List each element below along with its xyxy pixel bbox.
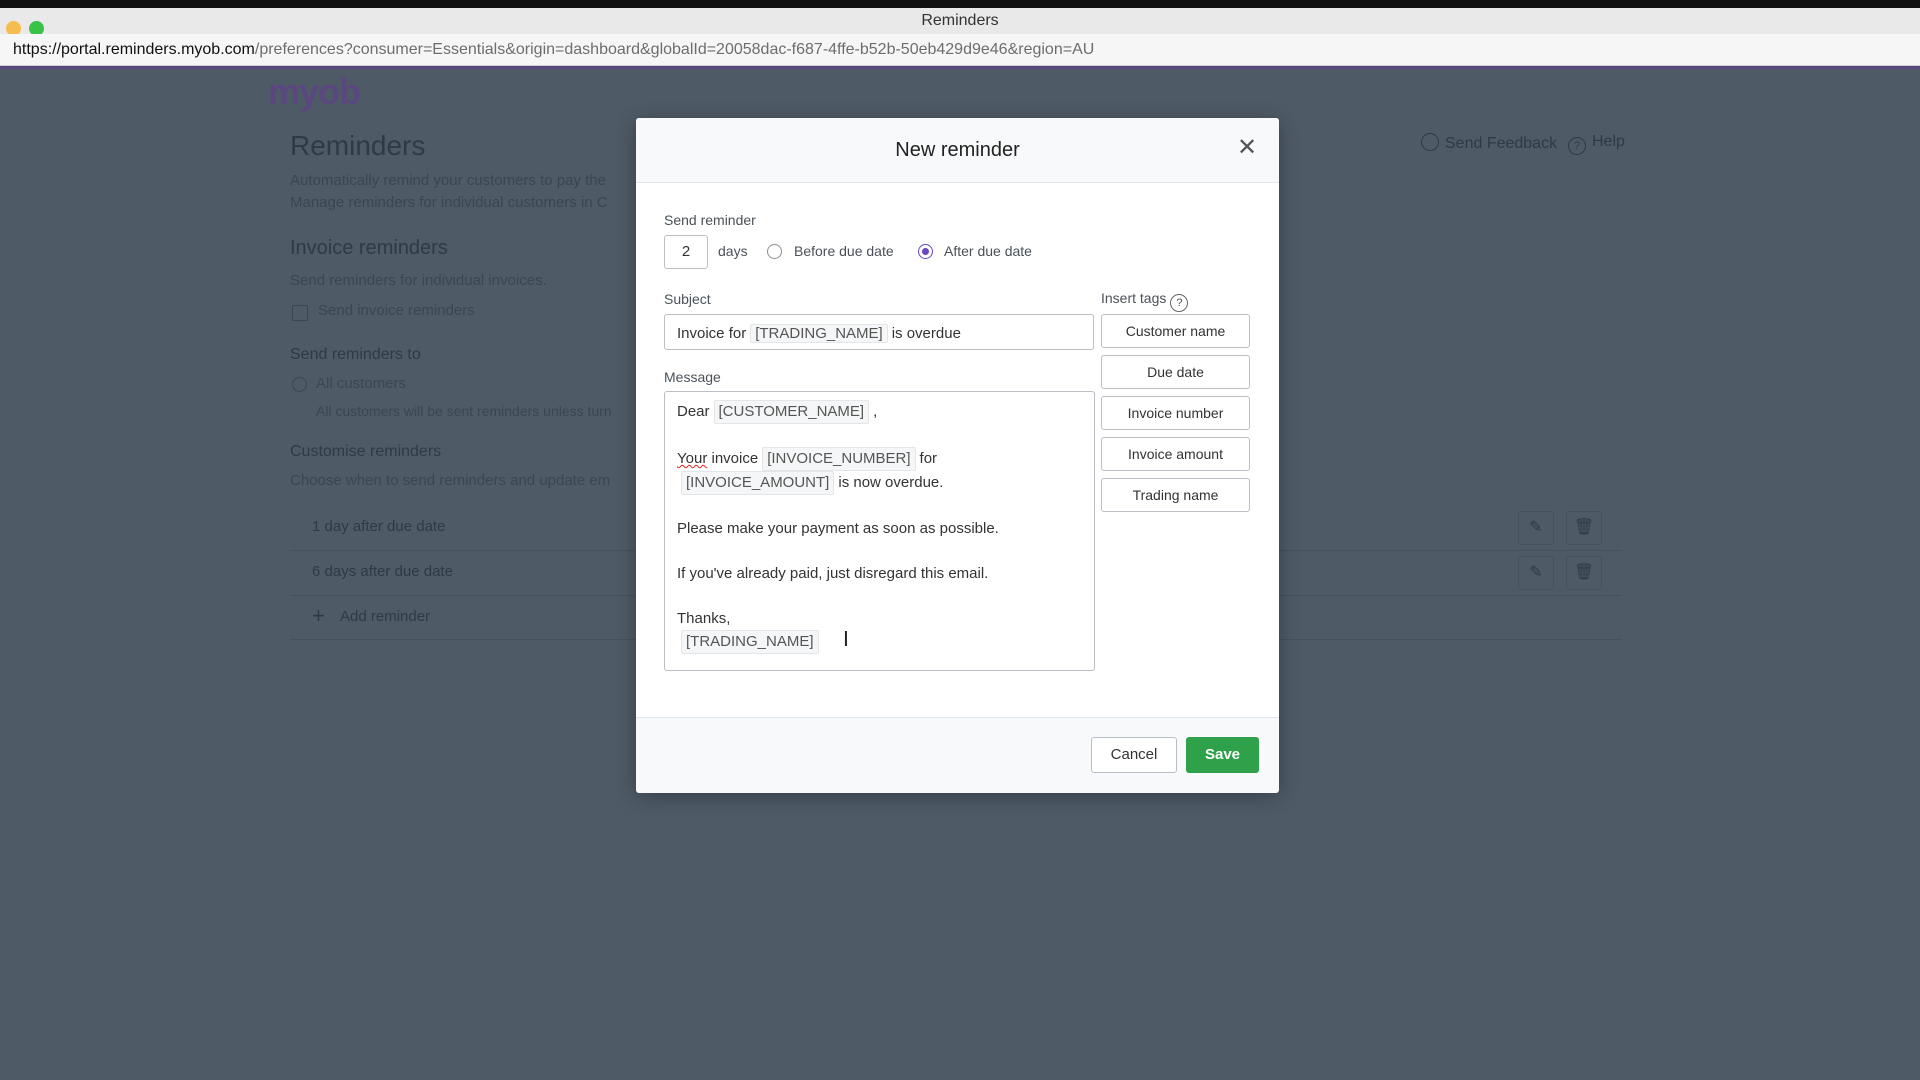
- page-title: Reminders: [290, 130, 426, 161]
- after-due-date-label[interactable]: After due date: [944, 243, 1032, 259]
- message-text: Dear: [677, 403, 710, 420]
- window-title: Reminders: [921, 12, 999, 29]
- trading-name-tag-button[interactable]: Trading name: [1101, 478, 1250, 512]
- subject-text: Invoice for: [677, 325, 747, 342]
- message-text: Your: [677, 450, 708, 467]
- dialog-footer: Cancel Save: [636, 717, 1279, 793]
- due-date-tag-button[interactable]: Due date: [1101, 355, 1250, 389]
- trash-icon[interactable]: 🗑: [1566, 556, 1602, 590]
- add-reminder-label: Add reminder: [340, 608, 431, 625]
- message-textarea[interactable]: Dear [CUSTOMER_NAME], Your invoice [INVOIC…: [664, 391, 1095, 671]
- cancel-button[interactable]: Cancel: [1091, 737, 1177, 773]
- message-text: for: [919, 450, 938, 467]
- customise-reminders-heading: Customise reminders: [290, 443, 442, 460]
- message-line: Thanks,: [677, 610, 731, 627]
- subject-input[interactable]: Invoice for [TRADING_NAME] is overdue: [664, 314, 1094, 350]
- send-invoice-reminders-checkbox[interactable]: [292, 305, 308, 321]
- invoice-number-tag-button[interactable]: Invoice number: [1101, 396, 1250, 430]
- days-input[interactable]: 2: [664, 235, 708, 269]
- message-gap: [677, 585, 1082, 608]
- address-bar[interactable]: https://portal.reminders.myob.com/prefer…: [0, 34, 1920, 66]
- customise-reminders-desc: Choose when to send reminders and update…: [290, 472, 611, 489]
- message-line: [INVOICE_AMOUNT] is now overdue.: [677, 471, 1082, 495]
- radio-selected-dot: [922, 248, 929, 255]
- pencil-icon[interactable]: ✎: [1518, 511, 1554, 545]
- new-reminder-dialog: New reminder ✕ Send reminder 2 days Befo…: [636, 118, 1279, 793]
- plus-icon: +: [312, 603, 325, 628]
- url-text: https://portal.reminders.myob.com/prefer…: [13, 34, 1094, 66]
- before-due-date-radio[interactable]: [767, 244, 782, 259]
- question-icon[interactable]: ?: [1170, 294, 1189, 312]
- invoice-number-tag: [INVOICE_NUMBER]: [762, 447, 916, 471]
- invoice-reminders-heading: Invoice reminders: [290, 237, 448, 259]
- all-customers-desc: All customers will be sent reminders unl…: [316, 403, 612, 419]
- send-feedback-link[interactable]: Send Feedback: [1421, 133, 1557, 153]
- all-customers-radio[interactable]: [292, 377, 307, 392]
- invoice-amount-tag: [INVOICE_AMOUNT]: [681, 471, 835, 495]
- send-reminder-label: Send reminder: [664, 212, 756, 228]
- save-button[interactable]: Save: [1186, 737, 1259, 773]
- all-customers-label: All customers: [316, 375, 407, 392]
- dialog-title: New reminder: [895, 139, 1020, 161]
- message-line: [TRADING_NAME]: [677, 630, 1082, 654]
- message-text: invoice: [711, 450, 759, 467]
- os-menubar: [0, 0, 1920, 8]
- pencil-icon[interactable]: ✎: [1518, 556, 1554, 590]
- message-line: Please make your payment as soon as poss…: [677, 520, 999, 537]
- close-icon[interactable]: ✕: [1233, 134, 1261, 162]
- dialog-header: New reminder ✕: [636, 118, 1279, 183]
- send-feedback-label: Send Feedback: [1445, 135, 1558, 152]
- message-line: If you've already paid, just disregard t…: [677, 565, 989, 582]
- customer-name-tag-button[interactable]: Customer name: [1101, 314, 1250, 348]
- question-icon: ?: [1568, 137, 1586, 155]
- invoice-amount-tag-button[interactable]: Invoice amount: [1101, 437, 1250, 471]
- url-path: /preferences?consumer=Essentials&origin=…: [254, 41, 1095, 58]
- subject-label: Subject: [664, 291, 711, 307]
- send-invoice-reminders-label: Send invoice reminders: [318, 302, 475, 319]
- window-titlebar: Reminders: [0, 8, 1920, 36]
- page-description-2: Manage reminders for individual customer…: [290, 194, 608, 211]
- message-gap: [677, 540, 1082, 563]
- reminder-row-label: 6 days after due date: [312, 563, 453, 580]
- trash-icon[interactable]: 🗑: [1566, 511, 1602, 545]
- speech-bubble-icon: [1421, 133, 1439, 151]
- subject-text: is overdue: [891, 325, 961, 342]
- insert-tags-label: Insert tags?: [1101, 290, 1189, 312]
- reminder-row-label: 1 day after due date: [312, 518, 446, 535]
- message-gap: [677, 495, 1082, 518]
- myob-logo: myob: [268, 71, 361, 112]
- url-host: https://portal.reminders.myob.com: [13, 41, 255, 58]
- trading-name-tag: [TRADING_NAME]: [681, 630, 819, 654]
- after-due-date-radio[interactable]: [918, 244, 933, 259]
- message-gap: [677, 424, 1082, 447]
- page-description-1: Automatically remind your customers to p…: [290, 172, 606, 189]
- help-link[interactable]: ? Help: [1568, 133, 1625, 155]
- message-label: Message: [664, 369, 721, 385]
- invoice-reminders-desc: Send reminders for individual invoices.: [290, 272, 547, 289]
- trading-name-tag: [TRADING_NAME]: [750, 324, 888, 343]
- message-line: Your invoice [INVOICE_NUMBER] for: [677, 447, 1082, 471]
- message-text: ,: [873, 403, 878, 420]
- send-reminders-to-heading: Send reminders to: [290, 346, 421, 363]
- insert-tags-text: Insert tags: [1101, 290, 1167, 306]
- customer-name-tag: [CUSTOMER_NAME]: [713, 400, 870, 424]
- help-label: Help: [1592, 133, 1625, 150]
- before-due-date-label[interactable]: Before due date: [794, 243, 894, 259]
- message-text: is now overdue.: [838, 474, 944, 491]
- days-label: days: [718, 243, 748, 259]
- message-line: Dear [CUSTOMER_NAME],: [677, 400, 1082, 424]
- text-cursor-icon: I: [843, 627, 849, 651]
